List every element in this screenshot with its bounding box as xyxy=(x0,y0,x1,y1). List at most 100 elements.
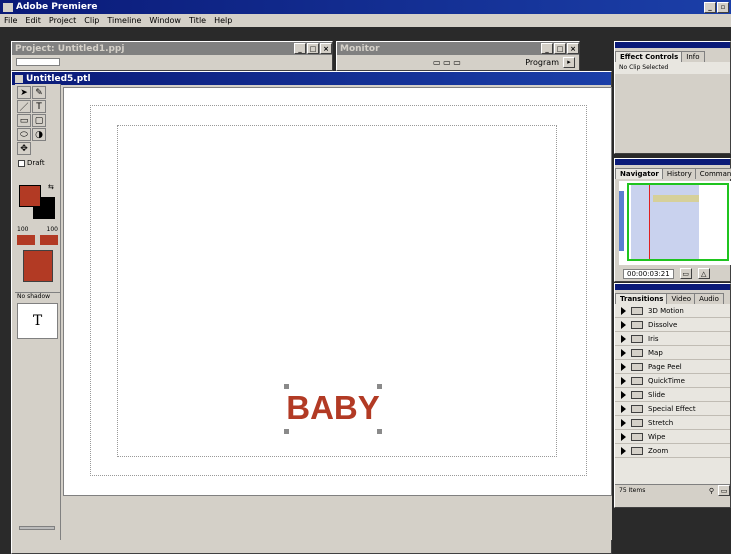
title-text-object[interactable]: BABY xyxy=(284,384,382,434)
gradient-start-swatch[interactable] xyxy=(17,235,35,245)
gradient-preview[interactable] xyxy=(22,250,53,282)
pen-tool-icon[interactable]: ✎ xyxy=(32,86,46,99)
project-field[interactable] xyxy=(16,58,60,66)
tab-audio[interactable]: Audio xyxy=(694,293,724,304)
transition-folder[interactable]: 3D Motion xyxy=(615,304,730,318)
project-maximize-button[interactable]: □ xyxy=(307,43,319,54)
folder-icon xyxy=(631,348,643,357)
folder-icon xyxy=(631,390,643,399)
monitor-close-button[interactable]: × xyxy=(567,43,579,54)
opacity-start-value[interactable]: 100 xyxy=(17,226,28,233)
transition-folder[interactable]: Slide xyxy=(615,388,730,402)
expand-triangle-icon[interactable] xyxy=(621,320,626,329)
color-swatches[interactable]: ⇆ xyxy=(15,181,60,221)
program-menu-button[interactable]: ▸ xyxy=(563,56,575,68)
tab-video[interactable]: Video xyxy=(666,293,697,304)
gradient-end-swatch[interactable] xyxy=(40,235,58,245)
tool-palette: ➤ ✎ ／ T ▭ ▢ ⬭ ◑ ✥ Draft ⇆ 100 100 No sha… xyxy=(15,84,61,540)
oval-tool-icon[interactable]: ⬭ xyxy=(17,128,31,141)
title-window-titlebar[interactable]: Untitled5.ptl xyxy=(12,72,611,85)
folder-icon xyxy=(631,432,643,441)
transition-folder[interactable]: Wipe xyxy=(615,430,730,444)
find-icon[interactable]: ⚲ xyxy=(709,487,714,495)
timecode-display[interactable]: 00:00:03:21 xyxy=(623,268,674,279)
rounded-rect-tool-icon[interactable]: ▢ xyxy=(32,114,46,127)
type-tool-icon[interactable]: T xyxy=(32,100,46,113)
move-tool-icon[interactable]: ✥ xyxy=(17,142,31,155)
transition-folder-label: Special Effect xyxy=(648,404,696,413)
menu-edit[interactable]: Edit xyxy=(21,16,45,25)
transitions-count: 75 Items xyxy=(619,487,646,494)
title-text[interactable]: BABY xyxy=(284,388,382,428)
folder-icon xyxy=(631,376,643,385)
tab-effect-controls[interactable]: Effect Controls xyxy=(615,51,684,62)
menu-timeline[interactable]: Timeline xyxy=(103,16,145,25)
expand-triangle-icon[interactable] xyxy=(621,390,626,399)
tab-history[interactable]: History xyxy=(661,168,697,179)
line-tool-icon[interactable]: ／ xyxy=(17,100,31,113)
resize-handle[interactable] xyxy=(284,429,289,434)
opacity-end-value[interactable]: 100 xyxy=(47,226,58,233)
tool-slider[interactable] xyxy=(19,526,55,530)
transitions-tabs: Transitions Video Audio xyxy=(615,290,730,304)
transition-folder[interactable]: Page Peel xyxy=(615,360,730,374)
expand-triangle-icon[interactable] xyxy=(621,404,626,413)
transition-folder[interactable]: QuickTime xyxy=(615,374,730,388)
transition-folder-label: QuickTime xyxy=(648,376,685,385)
project-titlebar[interactable]: Project: Untitled1.ppj _ □ × xyxy=(12,42,332,55)
menu-window[interactable]: Window xyxy=(145,16,185,25)
navigator-track-markers xyxy=(619,191,624,251)
expand-triangle-icon[interactable] xyxy=(621,334,626,343)
transition-folder-label: Iris xyxy=(648,334,659,343)
selection-tool-icon[interactable]: ➤ xyxy=(17,86,31,99)
expand-triangle-icon[interactable] xyxy=(621,446,626,455)
expand-triangle-icon[interactable] xyxy=(621,306,626,315)
menu-title[interactable]: Title xyxy=(185,16,210,25)
resize-handle[interactable] xyxy=(377,429,382,434)
transition-folder[interactable]: Map xyxy=(615,346,730,360)
monitor-maximize-button[interactable]: □ xyxy=(554,43,566,54)
rectangle-tool-icon[interactable]: ▭ xyxy=(17,114,31,127)
tab-info[interactable]: Info xyxy=(681,51,705,62)
project-window: Project: Untitled1.ppj _ □ × xyxy=(11,41,333,71)
tab-transitions[interactable]: Transitions xyxy=(615,293,669,304)
transition-folder[interactable]: Iris xyxy=(615,332,730,346)
navigator-viewport[interactable] xyxy=(627,183,729,261)
draft-checkbox[interactable] xyxy=(18,159,25,167)
swap-colors-icon[interactable]: ⇆ xyxy=(48,183,54,191)
folder-icon xyxy=(631,362,643,371)
project-close-button[interactable]: × xyxy=(320,43,332,54)
monitor-titlebar[interactable]: Monitor _ □ × xyxy=(337,42,579,55)
new-folder-icon[interactable]: ▭ xyxy=(718,485,730,496)
monitor-layout-icons[interactable]: ▭ ▭ ▭ xyxy=(433,58,461,67)
restore-button[interactable]: ▫ xyxy=(717,1,729,13)
fill-color-swatch[interactable] xyxy=(19,185,41,207)
minimize-button[interactable]: _ xyxy=(704,1,716,13)
transition-folder[interactable]: Special Effect xyxy=(615,402,730,416)
expand-triangle-icon[interactable] xyxy=(621,362,626,371)
menu-file[interactable]: File xyxy=(0,16,21,25)
transition-folder[interactable]: Stretch xyxy=(615,416,730,430)
monitor-minimize-button[interactable]: _ xyxy=(541,43,553,54)
expand-triangle-icon[interactable] xyxy=(621,418,626,427)
expand-triangle-icon[interactable] xyxy=(621,432,626,441)
navigator-view[interactable] xyxy=(619,181,731,265)
tab-navigator[interactable]: Navigator xyxy=(615,168,664,179)
project-minimize-button[interactable]: _ xyxy=(294,43,306,54)
transition-folder[interactable]: Zoom xyxy=(615,444,730,458)
title-canvas[interactable]: BABY xyxy=(63,87,612,496)
expand-triangle-icon[interactable] xyxy=(621,376,626,385)
transitions-list: 3D Motion Dissolve Iris Map Page Peel QuickTi… xyxy=(615,304,730,484)
menu-clip[interactable]: Clip xyxy=(80,16,103,25)
expand-triangle-icon[interactable] xyxy=(621,348,626,357)
title-window-icon xyxy=(15,74,23,83)
ellipse-tool-icon[interactable]: ◑ xyxy=(32,128,46,141)
transition-folder-label: Page Peel xyxy=(648,362,682,371)
type-style-sample[interactable]: T xyxy=(17,303,58,339)
zoom-slider-icon[interactable]: △ xyxy=(697,268,710,279)
zoom-out-icon[interactable]: ▭ xyxy=(679,268,692,279)
tab-commands[interactable]: Commands xyxy=(694,168,731,179)
menu-project[interactable]: Project xyxy=(45,16,80,25)
menu-help[interactable]: Help xyxy=(210,16,236,25)
transition-folder[interactable]: Dissolve xyxy=(615,318,730,332)
